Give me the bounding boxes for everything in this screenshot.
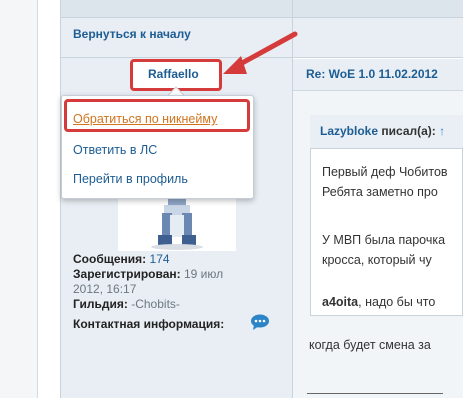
divider [60, 0, 61, 398]
profile-contact-label: Контактная информация: [73, 317, 225, 331]
profile-contact: Контактная информация: [73, 317, 224, 331]
profile-messages: Сообщения: 174 [73, 252, 170, 266]
quote-line: У МВП была парочка [322, 233, 446, 247]
profile-registered-label: Зарегистрирован: [73, 267, 181, 281]
profile-messages-label: Сообщения: [73, 252, 147, 266]
profile-guild-value: -Chobits- [131, 297, 180, 311]
back-to-top-link[interactable]: Вернуться к началу [73, 27, 191, 41]
quote-line: Ребята заметно про [322, 185, 438, 199]
page-left-gutter [0, 0, 38, 398]
profile-registered: Зарегистрирован: 19 июл [73, 267, 223, 281]
profile-registered-value-2: 2012, 16:17 [73, 282, 137, 296]
profile-guild: Гильдия: -Chobits- [73, 297, 180, 311]
quote-bold-name: a4oita [322, 295, 359, 309]
profile-registered-value: 19 июл [183, 267, 224, 281]
profile-guild-label: Гильдия: [73, 297, 128, 311]
quote-author-suffix: писал(а): [381, 124, 436, 138]
avatar [118, 199, 236, 251]
profile-registered-cont: 2012, 16:17 [73, 282, 136, 296]
up-arrow-icon[interactable]: ↑ [439, 124, 445, 138]
quote-author-name[interactable]: Lazybloke [320, 124, 378, 138]
quote-line: кросса, который чу [322, 253, 432, 267]
post-title-link[interactable]: Re: WoE 1.0 11.02.2012 [306, 67, 438, 81]
table-top-row [60, 0, 463, 18]
chat-bubble-icon[interactable] [250, 314, 270, 330]
red-arrow-annotation [223, 31, 298, 74]
quote-author-line: Lazybloke писал(а): ↑ [320, 124, 445, 138]
menu-item-mention[interactable]: Обратиться по никнейму [73, 112, 217, 126]
menu-item-private-message[interactable]: Ответить в ЛС [73, 143, 157, 157]
menu-item-profile[interactable]: Перейти в профиль [73, 172, 188, 186]
quote-line: a4oita, надо бы что [322, 295, 436, 309]
quote-line: Первый деф Чобитов [322, 165, 448, 179]
post-body-line: когда будет смена за [309, 338, 431, 352]
author-name-link[interactable]: Raffaello [148, 67, 199, 81]
profile-messages-value[interactable]: 174 [150, 252, 170, 266]
signature-divider [307, 393, 443, 394]
